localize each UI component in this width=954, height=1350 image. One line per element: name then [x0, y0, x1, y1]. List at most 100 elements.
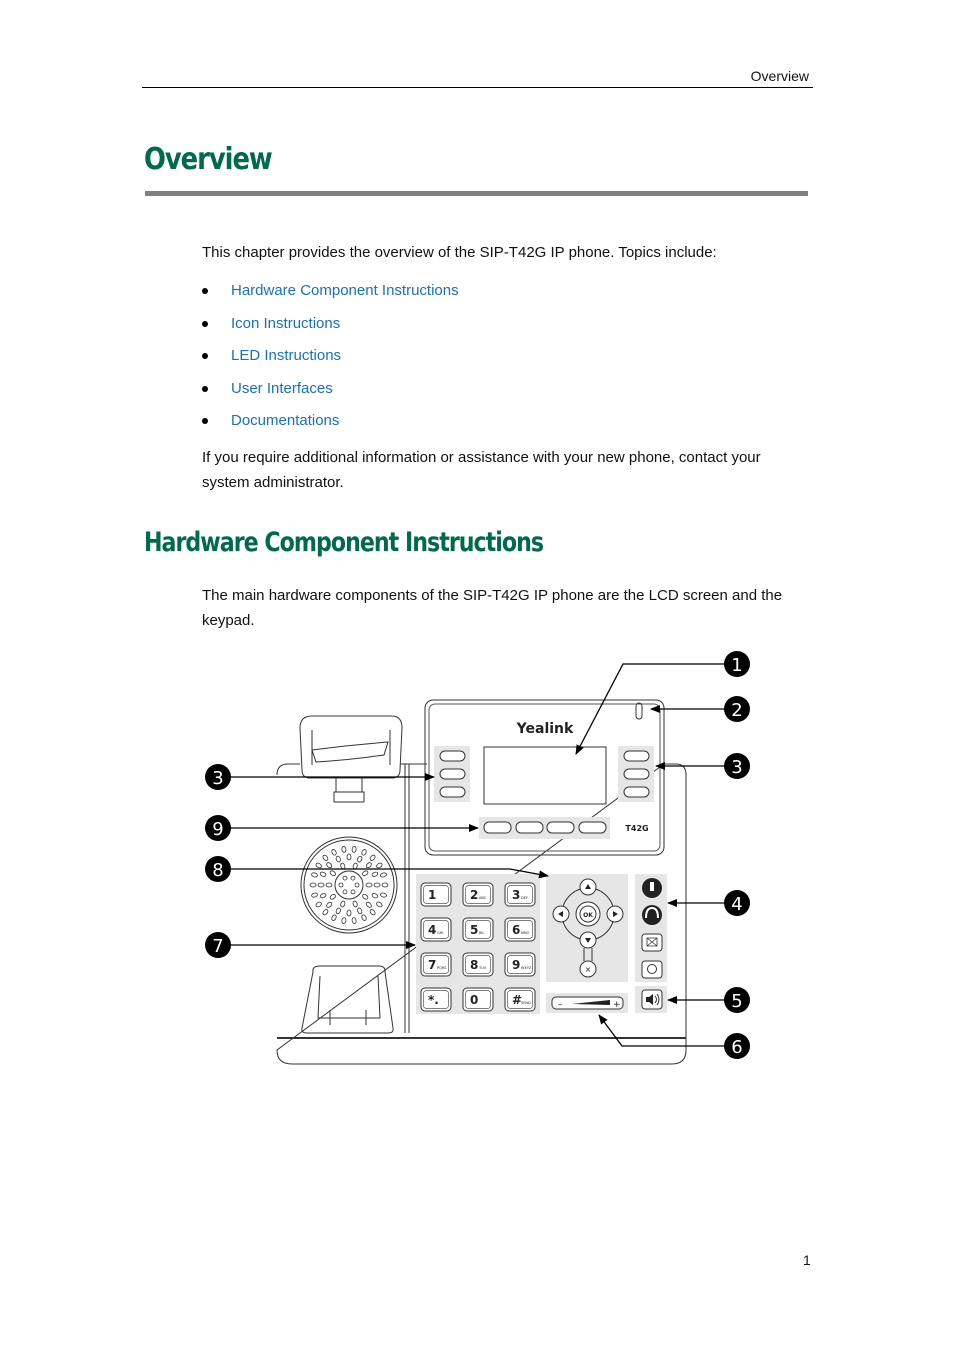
keypad-key-5[interactable]: 5 JKL: [462, 917, 494, 942]
callout-3-left: 3: [205, 764, 231, 790]
keypad-key-pound[interactable]: #SEND: [504, 987, 536, 1012]
svg-text:8: 8: [212, 860, 223, 881]
x-icon: ×: [585, 965, 592, 974]
list-item: User Interfaces: [202, 377, 459, 410]
feature-keys: [635, 874, 667, 1013]
callout-7: 7: [205, 932, 231, 958]
svg-text:4: 4: [731, 894, 742, 915]
keypad-key-7[interactable]: 7 PQRS: [420, 952, 452, 977]
callout-4: 4: [724, 890, 750, 916]
key-letters: SEND: [521, 1001, 531, 1005]
key-digit: 1: [428, 888, 436, 902]
running-header: Overview: [142, 68, 813, 88]
list-item: Documentations: [202, 409, 459, 442]
hook-cradle: [301, 965, 394, 1034]
line-key[interactable]: [623, 768, 650, 780]
chapter-title: Overview: [144, 142, 273, 177]
callout-8: 8: [205, 856, 231, 882]
key-letters: ABC: [479, 896, 487, 900]
key-digit: 4: [428, 923, 436, 937]
callout-3-right: 3: [724, 753, 750, 779]
line-key[interactable]: [439, 786, 466, 798]
topic-link-led[interactable]: LED Instructions: [231, 344, 341, 368]
keypad-key-9[interactable]: 9 WXYZ: [504, 952, 536, 977]
callout-9: 9: [205, 815, 231, 841]
keypad-key-star[interactable]: *.: [420, 987, 452, 1012]
svg-text:3: 3: [731, 757, 742, 778]
list-item: LED Instructions: [202, 344, 459, 377]
svg-text:2: 2: [731, 700, 742, 721]
volume-key[interactable]: – +: [546, 993, 628, 1013]
line-key[interactable]: [623, 786, 650, 798]
model-label: T42G: [625, 824, 648, 833]
title-rule: [145, 191, 808, 196]
soft-key[interactable]: [515, 821, 544, 834]
callout-5: 5: [724, 987, 750, 1013]
key-digit: 8: [470, 958, 478, 972]
soft-key[interactable]: [483, 821, 512, 834]
keypad-key-2[interactable]: 2 ABC: [462, 882, 494, 907]
display-module: Yealink T42G: [424, 699, 665, 856]
lcd-screen: [483, 746, 607, 805]
key-letters: DEF: [521, 896, 528, 900]
key-digit: 6: [512, 923, 520, 937]
volume-plus-label: +: [613, 1000, 621, 1010]
redial-key[interactable]: [641, 960, 663, 979]
topic-link-hardware[interactable]: Hardware Component Instructions: [231, 279, 459, 303]
keypad-key-0[interactable]: 0: [462, 987, 494, 1012]
topic-link-icons[interactable]: Icon Instructions: [231, 312, 340, 336]
ok-label: OK: [583, 912, 593, 919]
keypad-key-3[interactable]: 3 DEF: [504, 882, 536, 907]
bullet-icon: [202, 418, 208, 424]
key-digit: 2: [470, 888, 478, 902]
microphone-icon: [650, 882, 654, 891]
topic-link-docs[interactable]: Documentations: [231, 409, 339, 433]
key-digit: 0: [470, 993, 478, 1007]
navigation-cluster: OK ×: [546, 874, 628, 982]
key-letters: PQRS: [437, 966, 447, 970]
svg-text:9: 9: [212, 819, 223, 840]
contact-note: If you require additional information or…: [202, 449, 761, 491]
line-key[interactable]: [623, 750, 650, 762]
topic-link-ui[interactable]: User Interfaces: [231, 377, 333, 401]
running-header-title: Overview: [750, 68, 809, 84]
volume-minus-label: –: [558, 1000, 563, 1010]
soft-key[interactable]: [546, 821, 575, 834]
key-digit: 9: [512, 958, 520, 972]
brand-logo: Yealink: [516, 721, 574, 737]
key-digit: *.: [428, 993, 439, 1007]
phone-diagram: Yealink T42G 1 2 ABC 3 DEF4 GHI 5 JKL 6 MNO7 PQRS 8…: [205, 651, 750, 1065]
power-led: [635, 702, 643, 720]
key-digit: 7: [428, 958, 436, 972]
line-key[interactable]: [439, 768, 466, 780]
keypad-key-1[interactable]: 1: [420, 882, 452, 907]
bullet-icon: [202, 288, 208, 294]
callout-6: 6: [724, 1033, 750, 1059]
key-letters: WXYZ: [521, 966, 532, 970]
svg-text:6: 6: [731, 1037, 742, 1058]
section-body: The main hardware components of the SIP-…: [202, 587, 783, 629]
svg-text:7: 7: [212, 936, 223, 957]
speaker-grill: [300, 836, 398, 934]
key-letters: GHI: [437, 931, 443, 935]
line-key[interactable]: [439, 750, 466, 762]
section-title: Hardware Component Instructions: [144, 527, 544, 558]
topics-list: Hardware Component Instructions Icon Ins…: [202, 279, 459, 442]
svg-text:3: 3: [212, 768, 223, 789]
key-digit: 3: [512, 888, 520, 902]
key-letters: JKL: [478, 931, 484, 935]
svg-text:5: 5: [731, 991, 742, 1012]
list-item: Hardware Component Instructions: [202, 279, 459, 312]
callout-2: 2: [724, 696, 750, 722]
soft-key[interactable]: [578, 821, 607, 834]
key-letters: MNO: [521, 931, 530, 935]
key-letters: TUV: [478, 966, 487, 970]
key-digit: 5: [470, 923, 478, 937]
keypad-key-8[interactable]: 8 TUV: [462, 952, 494, 977]
handset-icon: [299, 715, 403, 803]
list-item: Icon Instructions: [202, 312, 459, 345]
bullet-icon: [202, 385, 208, 392]
keypad-key-4[interactable]: 4 GHI: [420, 917, 452, 942]
chapter-intro: This chapter provides the overview of th…: [202, 244, 717, 261]
keypad-key-6[interactable]: 6 MNO: [504, 917, 536, 942]
